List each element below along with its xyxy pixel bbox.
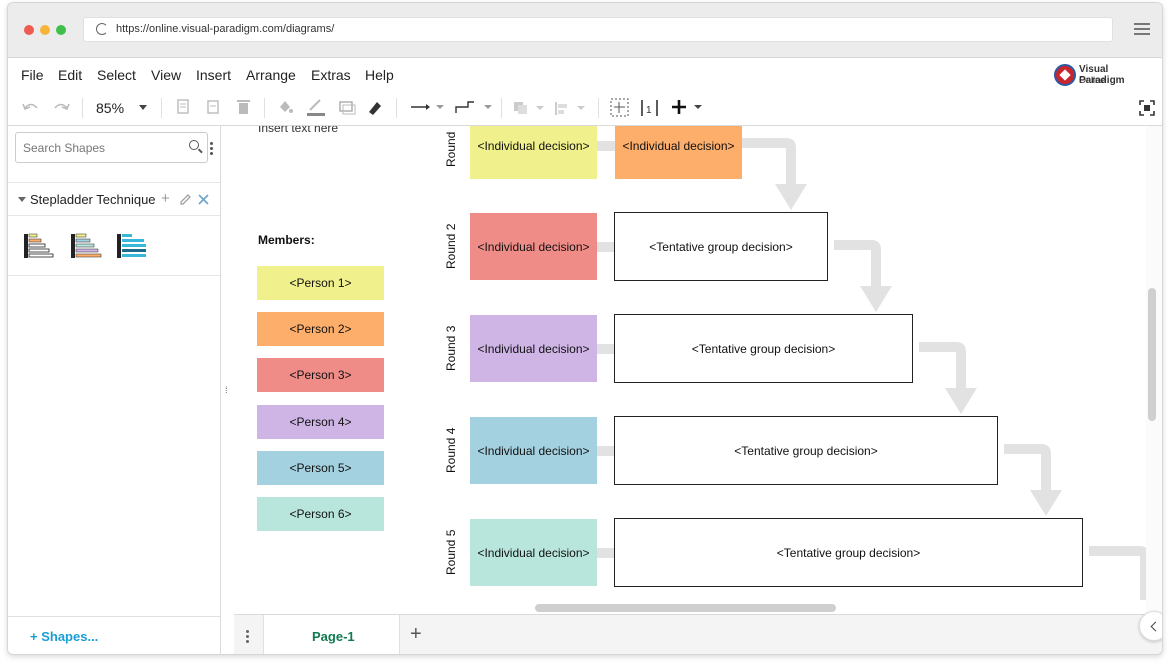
page-menu-icon[interactable] bbox=[246, 630, 249, 645]
visual-paradigm-logo: Visual Paradigm Online bbox=[1054, 62, 1154, 88]
browser-window: https://online.visual-paradigm.com/diagr… bbox=[7, 2, 1163, 655]
format-painter-icon[interactable] bbox=[366, 98, 384, 116]
svg-text:1: 1 bbox=[646, 105, 652, 116]
round-2-individual-decision[interactable]: <Individual decision> bbox=[470, 213, 597, 280]
library-name: Stepladder Technique bbox=[30, 192, 156, 207]
align-icon[interactable] bbox=[553, 100, 587, 116]
page-tabs-bar: Page-1 + bbox=[234, 614, 1162, 654]
menu-file[interactable]: File bbox=[21, 67, 44, 83]
diagram-canvas[interactable]: Insert text here Members: <Person 1> <Pe… bbox=[234, 126, 1146, 600]
delete-icon[interactable] bbox=[236, 98, 250, 116]
toolbar-divider bbox=[396, 98, 397, 118]
add-shape-icon[interactable]: + bbox=[161, 190, 170, 207]
minimize-window-dot[interactable] bbox=[40, 25, 50, 35]
add-page-icon[interactable]: + bbox=[410, 623, 422, 646]
maximize-window-dot[interactable] bbox=[56, 25, 66, 35]
paste-icon[interactable] bbox=[206, 98, 220, 116]
shape-library-panel: Stepladder Technique + bbox=[8, 126, 221, 654]
library-shapes bbox=[8, 216, 220, 276]
round-2-group-decision[interactable]: <Tentative group decision> bbox=[614, 212, 828, 281]
page-tab-1[interactable]: Page-1 bbox=[263, 615, 400, 654]
address-bar[interactable]: https://online.visual-paradigm.com/diagr… bbox=[83, 17, 1113, 42]
undo-icon[interactable] bbox=[22, 100, 40, 114]
zoom-level[interactable]: 85% bbox=[96, 100, 124, 116]
vertical-scrollbar[interactable] bbox=[1148, 288, 1156, 421]
search-shapes-box bbox=[15, 132, 208, 163]
panel-resize-grip[interactable]: ⁞ bbox=[225, 385, 228, 395]
fill-color-icon[interactable] bbox=[276, 98, 294, 116]
round-1-label[interactable]: Round bbox=[444, 132, 458, 167]
round-4-individual-decision[interactable]: <Individual decision> bbox=[470, 417, 597, 484]
copy-icon[interactable] bbox=[176, 98, 190, 116]
logo-subtitle: Online bbox=[1079, 75, 1106, 85]
menu-edit[interactable]: Edit bbox=[58, 67, 82, 83]
menu-insert[interactable]: Insert bbox=[196, 67, 231, 83]
menu-help[interactable]: Help bbox=[365, 67, 394, 83]
fit-page-icon[interactable] bbox=[610, 98, 630, 118]
search-icon[interactable] bbox=[189, 140, 199, 150]
library-header[interactable]: Stepladder Technique + bbox=[8, 182, 220, 216]
stepladder-teal-shape-thumb[interactable] bbox=[116, 232, 148, 260]
more-options-icon[interactable] bbox=[210, 142, 213, 155]
toolbar: 85% 1 bbox=[8, 90, 1162, 126]
close-window-dot[interactable] bbox=[24, 25, 34, 35]
round-3-group-decision[interactable]: <Tentative group decision> bbox=[614, 314, 913, 383]
close-library-icon[interactable] bbox=[198, 194, 209, 205]
menu-bar: File Edit Select View Insert Arrange Ext… bbox=[8, 58, 1162, 90]
menu-view[interactable]: View bbox=[151, 67, 181, 83]
page-tab-label: Page-1 bbox=[312, 629, 355, 644]
collapse-panel-icon[interactable] bbox=[1139, 611, 1162, 641]
search-shapes-input[interactable] bbox=[17, 134, 177, 161]
round-5-individual-decision[interactable]: <Individual decision> bbox=[470, 519, 597, 586]
menu-arrange[interactable]: Arrange bbox=[246, 67, 296, 83]
stepladder-color-shape-thumb[interactable] bbox=[70, 232, 102, 260]
more-shapes-link[interactable]: + Shapes... bbox=[8, 616, 220, 654]
horizontal-scrollbar[interactable] bbox=[535, 604, 836, 612]
logo-icon bbox=[1054, 64, 1076, 86]
round-1-individual-decision[interactable]: <Individual decision> bbox=[470, 126, 597, 179]
shadow-icon[interactable] bbox=[338, 100, 356, 116]
insert-plus-icon[interactable] bbox=[670, 98, 704, 118]
to-front-icon[interactable] bbox=[512, 100, 546, 116]
round-1-person2-decision[interactable]: <Individual decision> bbox=[615, 126, 742, 179]
round-4-label[interactable]: Round 4 bbox=[444, 428, 458, 473]
toolbar-divider bbox=[598, 98, 599, 118]
fullscreen-icon[interactable] bbox=[1139, 100, 1155, 116]
edit-library-icon[interactable] bbox=[179, 193, 192, 206]
browser-menu-icon[interactable] bbox=[1134, 23, 1150, 35]
zoom-dropdown-icon[interactable] bbox=[138, 104, 148, 112]
round-5-group-decision[interactable]: <Tentative group decision> bbox=[614, 518, 1083, 587]
redo-icon[interactable] bbox=[52, 100, 70, 114]
line-color-icon[interactable] bbox=[306, 98, 326, 116]
round-4-group-decision[interactable]: <Tentative group decision> bbox=[614, 416, 998, 485]
toolbar-divider bbox=[161, 98, 162, 118]
stepladder-shape-thumb[interactable] bbox=[23, 232, 55, 260]
menu-select[interactable]: Select bbox=[97, 67, 136, 83]
menu-extras[interactable]: Extras bbox=[311, 67, 351, 83]
url-text: https://online.visual-paradigm.com/diagr… bbox=[116, 23, 335, 35]
waypoint-style-icon[interactable] bbox=[454, 99, 494, 115]
connector-style-icon[interactable] bbox=[410, 102, 444, 112]
round-5-label[interactable]: Round 5 bbox=[444, 530, 458, 575]
more-shapes-label[interactable]: + Shapes... bbox=[30, 629, 98, 644]
reload-icon[interactable] bbox=[96, 23, 108, 35]
round-3-individual-decision[interactable]: <Individual decision> bbox=[470, 315, 597, 382]
round-3-label[interactable]: Round 3 bbox=[444, 326, 458, 371]
toolbar-divider bbox=[264, 98, 265, 118]
round-2-label[interactable]: Round 2 bbox=[444, 224, 458, 269]
collapse-caret-icon[interactable] bbox=[18, 197, 26, 202]
toolbar-divider bbox=[501, 98, 502, 118]
toolbar-divider bbox=[82, 98, 83, 118]
fit-width-icon[interactable]: 1 bbox=[640, 98, 660, 118]
browser-chrome: https://online.visual-paradigm.com/diagr… bbox=[8, 3, 1162, 58]
